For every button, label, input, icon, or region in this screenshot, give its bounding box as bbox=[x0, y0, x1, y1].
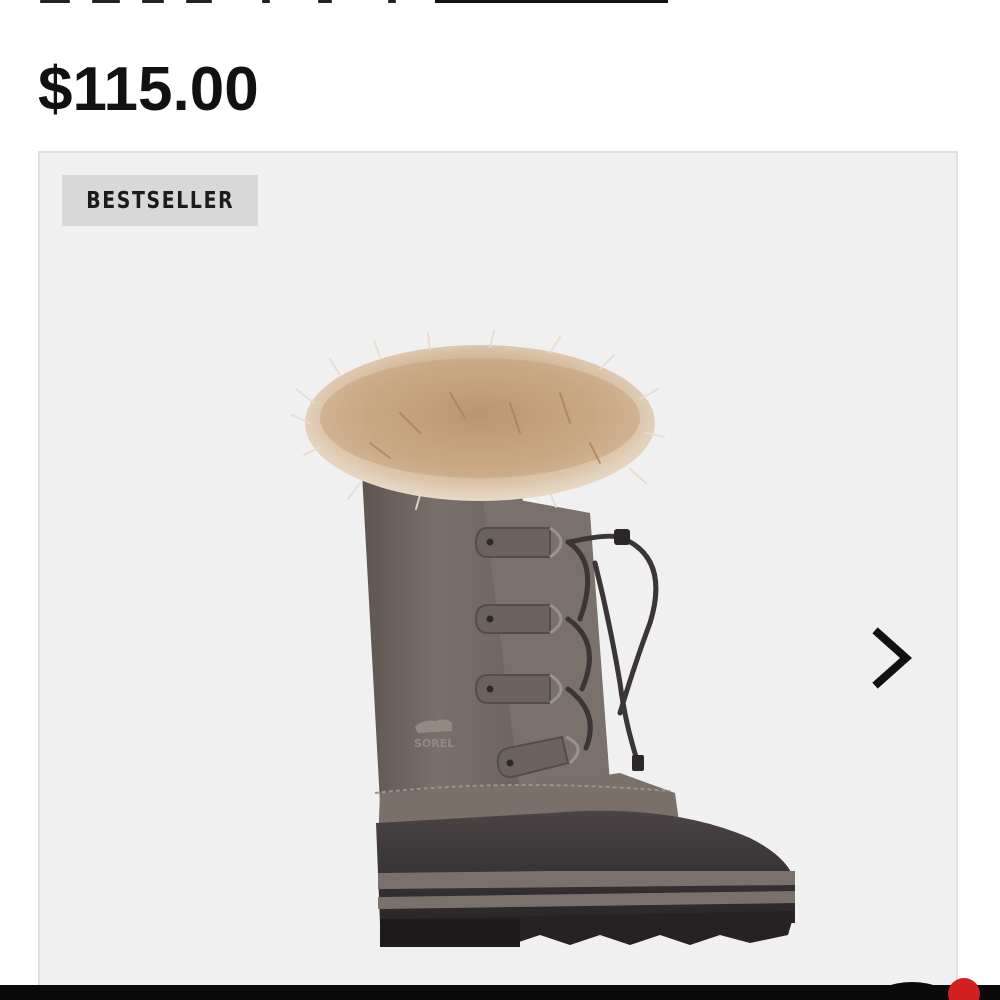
bestseller-badge: BESTSELLER bbox=[62, 175, 258, 226]
chevron-right-icon[interactable] bbox=[862, 623, 922, 693]
text-fragment bbox=[92, 0, 120, 3]
fur-cuff bbox=[291, 330, 665, 510]
product-price: $115.00 bbox=[38, 55, 259, 124]
product-image[interactable]: SOREL bbox=[250, 323, 810, 963]
text-fragment bbox=[40, 0, 70, 3]
link-underline[interactable] bbox=[435, 0, 668, 3]
product-page: $115.00 BESTSELLER SOREL bbox=[0, 0, 1000, 1000]
lace-tip bbox=[632, 755, 644, 771]
product-image-gallery[interactable]: BESTSELLER SOREL bbox=[38, 151, 958, 1000]
text-fragment bbox=[388, 0, 396, 3]
lace-toggle bbox=[614, 529, 630, 545]
text-fragment bbox=[142, 0, 164, 3]
text-fragment bbox=[318, 0, 332, 3]
svg-text:SOREL: SOREL bbox=[414, 737, 454, 750]
bottom-bar bbox=[0, 985, 1000, 1000]
badge-label: BESTSELLER bbox=[85, 187, 235, 214]
previous-content-fragment bbox=[0, 0, 1000, 6]
chat-widget-icon[interactable] bbox=[872, 962, 1000, 1000]
boot-heel bbox=[380, 919, 520, 947]
text-fragment bbox=[186, 0, 212, 3]
text-fragment bbox=[262, 0, 270, 3]
